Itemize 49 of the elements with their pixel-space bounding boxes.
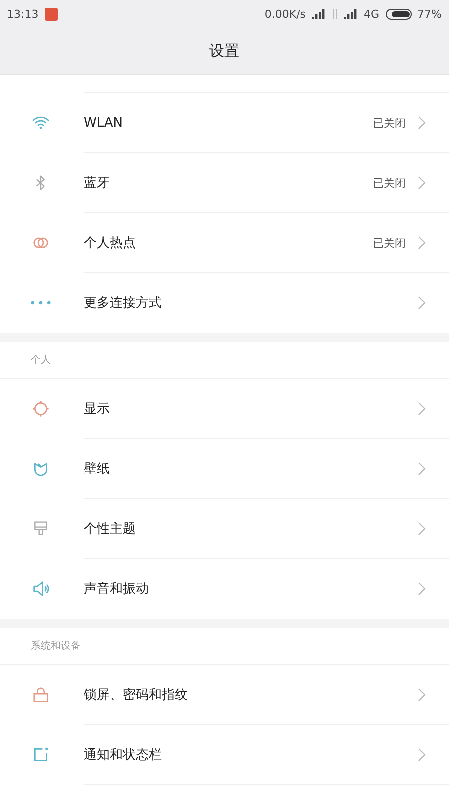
sun-icon [31,399,51,419]
chevron-icon [418,296,426,310]
setting-label: 个性主题 [84,521,137,538]
setting-label: 锁屏、密码和指纹 [84,687,189,704]
chevron-icon [418,236,426,250]
app-notification-icon [44,8,58,20]
chevron-icon [418,402,426,416]
setting-status: 已关闭 [373,236,406,250]
setting-label: 更多连接方式 [84,295,163,312]
chevron-icon [418,688,426,702]
signal-icon [344,9,358,19]
settings-row[interactable]: 壁纸 [0,439,449,499]
battery-icon [386,8,412,20]
chevron-icon [418,582,426,596]
settings-row[interactable]: 蓝牙 已关闭 [0,153,449,213]
settings-row[interactable]: 显示 [0,379,449,439]
chevron-icon [418,116,426,130]
settings-row[interactable]: WLAN 已关闭 [0,93,449,153]
setting-label: 个人热点 [84,235,137,252]
settings-row[interactable]: 通知和状态栏 [0,725,449,785]
setting-label: 声音和振动 [84,581,150,598]
settings-row[interactable]: 更多连接方式 [0,273,449,333]
signal-icon [312,9,326,19]
chevron-icon [418,522,426,536]
more-icon [31,301,51,305]
section-header: 个人 [31,354,51,367]
setting-label: WLAN [84,116,124,130]
setting-label: 通知和状态栏 [84,747,163,764]
battery-percent: 77% [418,8,442,20]
speaker-icon [31,579,51,599]
settings-row[interactable]: 锁屏、密码和指纹 [0,665,449,725]
chevron-icon [418,462,426,476]
chevron-icon [418,176,426,190]
network-speed: 0.00K/s [264,8,306,20]
setting-label: 显示 [84,401,111,418]
setting-status: 已关闭 [373,116,406,130]
page-title: 设置 [210,42,240,60]
chevron-icon [418,748,426,762]
settings-row[interactable]: 声音和振动 [0,559,449,619]
section-header: 系统和设备 [31,640,81,653]
setting-label: 壁纸 [84,461,111,478]
setting-status: 已关闭 [373,176,406,190]
setting-label: 蓝牙 [84,175,111,192]
settings-row[interactable]: 个性主题 [0,499,449,559]
settings-row[interactable]: 个人热点 已关闭 [0,213,449,273]
network-type: 4G [364,8,380,20]
lock-icon [31,685,51,705]
data-transfer-icon [332,9,338,19]
clock-time: 13:13 [7,8,39,20]
